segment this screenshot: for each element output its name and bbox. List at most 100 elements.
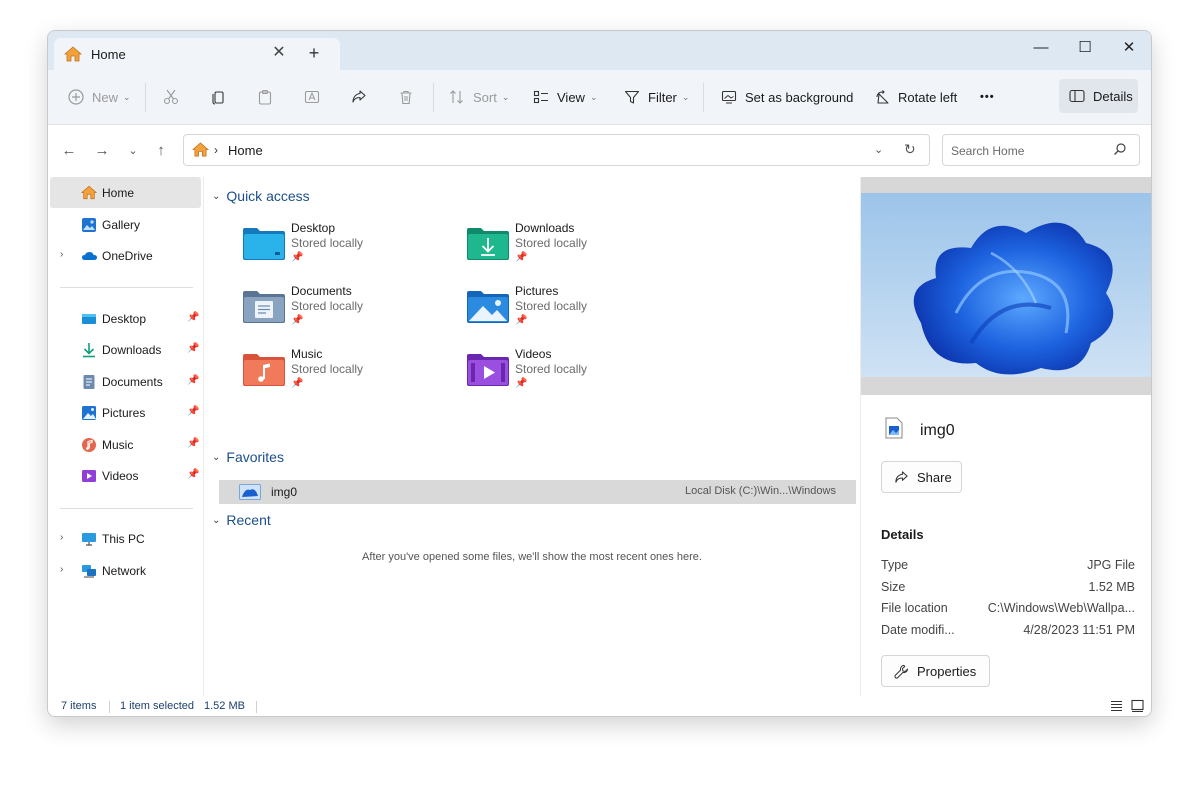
recent-locations-chevron-icon[interactable]: ⌄ xyxy=(125,143,141,159)
search-input[interactable]: Search Home xyxy=(951,144,1024,158)
expand-chevron-icon[interactable]: › xyxy=(60,249,63,260)
pin-icon[interactable]: 📌 xyxy=(187,406,199,417)
forward-arrow-icon[interactable]: → xyxy=(94,143,110,159)
sidebar-item-label: Network xyxy=(102,564,147,578)
folder-status: Stored locally xyxy=(291,299,364,313)
expand-chevron-icon[interactable]: › xyxy=(60,532,63,543)
title-bar: Home ✕ + — ☐ ✕ xyxy=(48,31,1151,70)
music-folder-icon xyxy=(243,354,285,386)
new-button[interactable]: New ⌄ xyxy=(68,84,131,110)
set-as-background-button[interactable]: Set as background xyxy=(721,84,853,110)
maximize-button[interactable]: ☐ xyxy=(1073,36,1097,60)
close-window-button[interactable]: ✕ xyxy=(1117,36,1141,60)
command-bar: New ⌄ Sort ⌄ View ⌄ Filter ⌄ Set as back… xyxy=(48,70,1151,125)
view-button[interactable]: View ⌄ xyxy=(533,84,598,110)
folder-status: Stored locally xyxy=(515,299,588,313)
quick-access-folder-videos[interactable]: Videos Stored locally 📌 xyxy=(466,347,676,402)
sidebar-item-this-pc[interactable]: › This PC xyxy=(50,523,201,554)
toolbar-divider xyxy=(145,83,146,112)
details-toggle-button[interactable]: Details xyxy=(1059,79,1138,113)
detail-key: Date modifi... xyxy=(881,623,955,637)
pin-icon[interactable]: 📌 xyxy=(187,375,199,386)
folder-status: Stored locally xyxy=(515,236,588,250)
pin-icon[interactable]: 📌 xyxy=(187,469,199,480)
sidebar-item-home[interactable]: Home xyxy=(50,177,201,208)
details-label: Details xyxy=(1093,88,1133,104)
paste-button[interactable] xyxy=(257,84,273,110)
recent-header[interactable]: ⌄ Recent xyxy=(212,512,271,528)
quick-access-folder-music[interactable]: Music Stored locally 📌 xyxy=(242,347,452,402)
selection-size: 1.52 MB xyxy=(204,700,245,712)
rotate-left-icon xyxy=(876,90,889,104)
chevron-down-icon: ⌄ xyxy=(123,91,131,102)
sidebar-item-desktop[interactable]: Desktop 📌 xyxy=(50,303,201,334)
sidebar-item-network[interactable]: › Network xyxy=(50,555,201,586)
quick-access-folder-pictures[interactable]: Pictures Stored locally 📌 xyxy=(466,284,676,339)
more-options-button[interactable]: ••• xyxy=(980,84,995,110)
delete-button[interactable] xyxy=(398,84,414,110)
address-dropdown-icon[interactable]: ⌄ xyxy=(874,143,883,156)
sidebar-item-gallery[interactable]: Gallery xyxy=(50,209,201,240)
tab-home[interactable]: Home ✕ xyxy=(54,38,340,70)
pin-icon[interactable]: 📌 xyxy=(187,312,199,323)
folder-name: Videos xyxy=(515,347,552,361)
collapse-chevron-icon[interactable]: ⌄ xyxy=(212,191,220,202)
share-toolbar-button[interactable] xyxy=(351,84,367,110)
tab-close-icon[interactable]: ✕ xyxy=(269,43,289,63)
quick-access-header[interactable]: ⌄ Quick access xyxy=(212,188,310,204)
sidebar-item-music[interactable]: Music 📌 xyxy=(50,429,201,460)
share-button[interactable]: Share xyxy=(881,461,962,493)
sort-button[interactable]: Sort ⌄ xyxy=(449,84,509,110)
quick-access-folder-documents[interactable]: Documents Stored locally 📌 xyxy=(242,284,452,339)
rotate-left-button[interactable]: Rotate left xyxy=(874,84,957,110)
sidebar-divider xyxy=(60,287,193,288)
favorite-item-img0[interactable]: img0 Local Disk (C:)\Win...\Windows xyxy=(219,480,856,504)
cut-button[interactable] xyxy=(163,84,179,110)
back-arrow-icon[interactable]: ← xyxy=(61,143,77,159)
quick-access-folder-downloads[interactable]: Downloads Stored locally 📌 xyxy=(466,221,676,276)
chevron-down-icon: ⌄ xyxy=(589,91,598,102)
sort-icon xyxy=(450,90,463,104)
breadcrumb-home[interactable]: Home xyxy=(228,143,263,158)
sidebar-item-videos[interactable]: Videos 📌 xyxy=(50,460,201,491)
collapse-chevron-icon[interactable]: ⌄ xyxy=(212,452,220,463)
detail-row-location: File location C:\Windows\Web\Wallpa... xyxy=(881,601,1135,619)
sidebar-item-documents[interactable]: Documents 📌 xyxy=(50,366,201,397)
filter-button[interactable]: Filter ⌄ xyxy=(624,84,689,110)
up-arrow-icon[interactable]: ↑ xyxy=(153,143,169,159)
pin-icon[interactable]: 📌 xyxy=(187,438,199,449)
sidebar-item-onedrive[interactable]: › OneDrive xyxy=(50,240,201,271)
minimize-button[interactable]: — xyxy=(1029,36,1053,60)
rename-button[interactable] xyxy=(304,84,320,110)
network-icon xyxy=(81,563,97,579)
pin-icon: 📌 xyxy=(515,252,528,263)
favorites-header[interactable]: ⌄ Favorites xyxy=(212,449,284,465)
refresh-icon[interactable]: ↻ xyxy=(904,141,916,158)
folder-name: Music xyxy=(291,347,323,361)
details-view-icon[interactable] xyxy=(1110,699,1123,715)
view-icon xyxy=(533,90,548,104)
quick-access-folder-desktop[interactable]: Desktop Stored locally 📌 xyxy=(242,221,452,276)
sidebar-item-downloads[interactable]: Downloads 📌 xyxy=(50,334,201,365)
expand-chevron-icon[interactable]: › xyxy=(60,564,63,575)
address-bar[interactable]: › Home ⌄ ↻ xyxy=(183,134,930,166)
file-list-area: ⌄ Quick access Desktop Stored locally 📌 … xyxy=(205,177,859,696)
detail-key: Type xyxy=(881,558,909,572)
home-icon xyxy=(63,46,83,65)
tiles-view-icon[interactable] xyxy=(1131,699,1144,715)
search-box[interactable]: Search Home xyxy=(942,134,1140,166)
file-name: img0 xyxy=(271,485,298,499)
pin-icon[interactable]: 📌 xyxy=(187,343,199,354)
properties-button[interactable]: Properties xyxy=(881,655,990,687)
trash-icon xyxy=(400,90,412,105)
copy-button[interactable] xyxy=(210,84,226,110)
sidebar-item-pictures[interactable]: Pictures 📌 xyxy=(50,397,201,428)
collapse-chevron-icon[interactable]: ⌄ xyxy=(212,515,220,526)
folder-name: Downloads xyxy=(515,221,575,235)
downloads-icon xyxy=(81,342,97,358)
detail-value: 4/28/2023 11:51 PM xyxy=(1023,623,1135,637)
search-icon[interactable] xyxy=(1113,142,1127,159)
view-label: View xyxy=(557,89,585,105)
new-tab-button[interactable]: + xyxy=(304,43,324,64)
pin-icon: 📌 xyxy=(291,252,304,263)
